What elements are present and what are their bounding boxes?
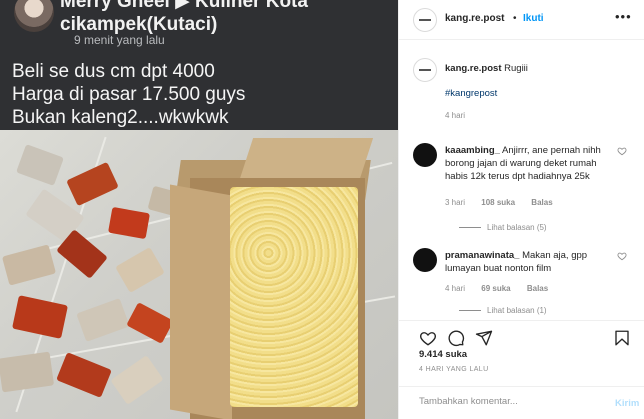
post-image[interactable]: Merry Gheel ▶ Kuliner Kota cikampek(Kuta…	[0, 0, 398, 419]
comment-likes[interactable]: 69 suka	[481, 284, 510, 293]
comment-icon[interactable]	[447, 329, 465, 347]
comment-username[interactable]: kaaambing_	[445, 145, 500, 156]
caption-hashtag[interactable]: #kangrepost	[445, 88, 497, 99]
avatar[interactable]	[413, 58, 437, 82]
view-replies-button[interactable]: Lihat balasan (5)	[459, 223, 547, 232]
comment-composer: Kirim	[399, 386, 644, 419]
comment-likes[interactable]: 108 suka	[481, 198, 515, 207]
caption-text: Rugiii	[504, 63, 528, 74]
heart-icon[interactable]	[419, 329, 437, 347]
header-separator: •	[513, 13, 517, 24]
embedded-post-line: Beli se dus cm dpt 4000	[12, 61, 215, 82]
header-username[interactable]: kang.re.post	[445, 13, 504, 24]
likes-count[interactable]: 9.414 suka	[419, 349, 467, 360]
embedded-post-header: Merry Gheel ▶ Kuliner Kota cikampek(Kuta…	[0, 0, 398, 130]
embedded-post-line: Bukan kaleng2....wkwkwk	[12, 107, 229, 128]
comment-input[interactable]	[419, 396, 599, 407]
caption-username[interactable]: kang.re.post	[445, 63, 502, 74]
comment-username[interactable]: pramanawinata_	[445, 250, 519, 261]
more-options-icon[interactable]: •••	[615, 9, 632, 24]
comment-time[interactable]: 4 hari	[445, 284, 465, 293]
post-header: kang.re.post • Ikuti •••	[399, 0, 644, 40]
embedded-poster-name: Merry Gheel ▶ Kuliner Kota cikampek(Kuta…	[60, 0, 308, 35]
avatar[interactable]	[413, 8, 437, 32]
comment-like-icon[interactable]	[617, 146, 627, 156]
reply-button[interactable]: Balas	[527, 284, 548, 293]
post-timestamp[interactable]: 4 HARI YANG LALU	[419, 366, 489, 373]
embedded-post-line: Harga di pasar 17.500 guys	[12, 84, 246, 105]
post-comment-button[interactable]: Kirim	[615, 398, 639, 409]
share-icon[interactable]	[475, 329, 493, 347]
follow-button[interactable]: Ikuti	[523, 13, 544, 24]
embedded-post-time: 9 menit yang lalu	[74, 33, 165, 47]
bookmark-icon[interactable]	[613, 329, 631, 347]
view-replies-button[interactable]: Lihat balasan (1)	[459, 306, 547, 315]
post-side-panel: kang.re.post • Ikuti ••• kang.re.post Ru…	[398, 0, 644, 419]
comment-avatar[interactable]	[413, 143, 437, 167]
comment-time[interactable]: 3 hari	[445, 198, 465, 207]
instagram-post-view: Merry Gheel ▶ Kuliner Kota cikampek(Kuta…	[0, 0, 644, 419]
comment-avatar[interactable]	[413, 248, 437, 272]
embedded-post-text: Beli se dus cm dpt 4000 Harga di pasar 1…	[12, 60, 245, 129]
comment-like-icon[interactable]	[617, 251, 627, 261]
caption-time[interactable]: 4 hari	[445, 111, 465, 120]
embedded-poster-avatar	[14, 0, 54, 32]
snack-pile	[230, 187, 358, 407]
reply-button[interactable]: Balas	[531, 198, 552, 207]
snack-box-photo	[0, 130, 398, 419]
